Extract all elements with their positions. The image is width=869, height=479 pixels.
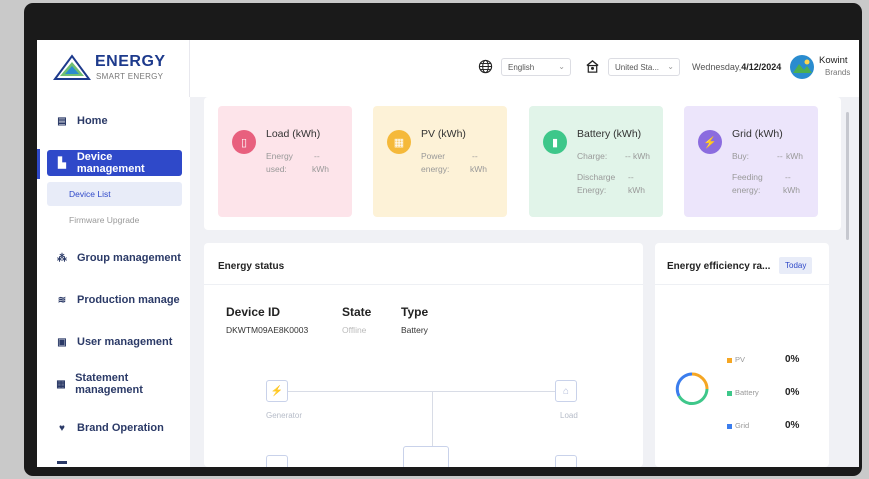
legend-grid-swatch xyxy=(727,424,732,429)
stat-title: Grid (kWh) xyxy=(732,128,783,140)
home-icon: ▤ xyxy=(57,115,67,127)
app-window: ENERGY SMART ENERGY English ⌄ United Sta… xyxy=(37,40,859,467)
energy-logo-icon xyxy=(53,54,91,80)
load-icon: ▯ xyxy=(232,130,256,154)
sidebar-item-statement-management[interactable]: ▦ Statement management xyxy=(47,371,182,397)
grid-tower-icon: ⚡ xyxy=(698,130,722,154)
sidebar-item-production-manage[interactable]: ≋ Production manage xyxy=(47,287,182,313)
solar-panel-icon: ▦ xyxy=(387,130,411,154)
user-icon: ▣ xyxy=(57,336,67,348)
load-stat-card: ▯ Load (kWh) Energy used: -- kWh xyxy=(218,106,352,217)
legend-battery-swatch xyxy=(727,391,732,396)
legend-value: 0% xyxy=(785,354,800,365)
legend-pv-swatch xyxy=(727,358,732,363)
panel-title: Energy status xyxy=(218,261,285,272)
efficiency-panel: Energy efficiency ra... Today PV 0% Batt… xyxy=(655,243,829,467)
sidebar-item-label: User management xyxy=(77,336,173,348)
legend-label: PV xyxy=(735,355,746,364)
sidebar-item-group-management[interactable]: ⁂ Group management xyxy=(47,245,182,271)
region-value: United Sta... xyxy=(615,63,660,72)
sidebar-item-more[interactable]: ▬ xyxy=(47,455,182,467)
region-icon[interactable] xyxy=(585,59,600,74)
period-button[interactable]: Today xyxy=(779,257,813,274)
summary-card: ▯ Load (kWh) Energy used: -- kWh ▦ PV (k… xyxy=(204,97,841,230)
legend-value: 0% xyxy=(785,387,800,398)
user-name[interactable]: Kowint xyxy=(819,55,848,66)
group-icon: ⁂ xyxy=(57,252,67,264)
sidebar-sub-device-list[interactable]: Device List xyxy=(47,182,182,206)
active-indicator xyxy=(37,149,40,179)
legend-label: Grid xyxy=(735,421,750,430)
inverter-icon[interactable] xyxy=(403,446,449,467)
top-header: ENERGY SMART ENERGY English ⌄ United Sta… xyxy=(37,40,859,97)
type-value: Battery xyxy=(401,325,428,335)
column-header-type: Type xyxy=(401,305,429,319)
device-id-value[interactable]: DKWTM09AE8K0003 xyxy=(226,325,308,335)
brand-icon: ♥ xyxy=(59,422,65,434)
device-icon: ▙ xyxy=(58,157,66,169)
sidebar-item-label: Group management xyxy=(77,252,181,264)
sidebar-item-label: Production manage xyxy=(77,294,180,306)
statement-icon: ▦ xyxy=(56,378,66,390)
stat-title: PV (kWh) xyxy=(421,128,466,140)
sidebar: ▤ Home ▙ Device management Device List F… xyxy=(37,97,190,467)
divider xyxy=(204,284,643,285)
sidebar-item-device-management[interactable]: ▙ Device management xyxy=(47,150,182,176)
pv-stat-card: ▦ PV (kWh) Power energy: -- kWh xyxy=(373,106,507,217)
solar-node-icon[interactable] xyxy=(266,455,288,467)
chevron-down-icon: ⌄ xyxy=(558,62,565,71)
legend-label: Battery xyxy=(735,388,759,397)
load-label: Load xyxy=(560,411,578,420)
battery-stat-card: ▮ Battery (kWh) Charge: -- kWh Discharge… xyxy=(529,106,663,217)
sidebar-item-label: Device management xyxy=(76,151,145,175)
sidebar-item-label: Statement management xyxy=(75,372,143,396)
production-icon: ≋ xyxy=(57,294,67,306)
region-select[interactable]: United Sta... ⌄ xyxy=(608,58,680,76)
globe-icon[interactable] xyxy=(478,59,493,74)
state-value: Offline xyxy=(342,325,367,335)
battery-node-icon[interactable] xyxy=(555,455,577,467)
sidebar-item-home[interactable]: ▤ Home xyxy=(47,108,182,134)
language-select[interactable]: English ⌄ xyxy=(501,58,571,76)
divider xyxy=(655,284,829,285)
chevron-down-icon: ⌄ xyxy=(667,62,674,71)
stat-title: Load (kWh) xyxy=(266,128,321,140)
column-header-state: State xyxy=(342,305,372,319)
scrollbar-thumb[interactable] xyxy=(846,112,849,240)
battery-icon: ▮ xyxy=(543,130,567,154)
logo-area[interactable]: ENERGY SMART ENERGY xyxy=(37,40,190,97)
date-display: Wednesday,4/12/2024 xyxy=(692,62,782,72)
sidebar-item-brand-operation[interactable]: ♥ Brand Operation xyxy=(47,415,182,441)
load-house-icon[interactable]: ⌂ xyxy=(555,380,577,402)
language-value: English xyxy=(508,63,535,72)
column-header-device-id: Device ID xyxy=(226,305,281,319)
main-content: ▯ Load (kWh) Energy used: -- kWh ▦ PV (k… xyxy=(190,97,859,467)
sidebar-item-user-management[interactable]: ▣ User management xyxy=(47,329,182,355)
panel-title: Energy efficiency ra... xyxy=(667,261,771,272)
user-role: Brands xyxy=(825,68,851,77)
stat-title: Battery (kWh) xyxy=(577,128,642,140)
legend-value: 0% xyxy=(785,420,800,431)
brand-tagline: SMART ENERGY xyxy=(96,72,164,81)
generator-icon[interactable]: ⚡ xyxy=(266,380,288,402)
flow-line xyxy=(432,391,433,451)
avatar[interactable] xyxy=(790,55,814,79)
efficiency-donut xyxy=(675,372,709,406)
energy-status-panel: Energy status Device ID State Type DKWTM… xyxy=(204,243,643,467)
more-icon: ▬ xyxy=(57,455,67,467)
generator-label: Generator xyxy=(266,411,303,420)
sidebar-item-label: Brand Operation xyxy=(77,422,164,434)
flow-line xyxy=(288,391,555,392)
sidebar-sub-firmware-upgrade[interactable]: Firmware Upgrade xyxy=(47,208,182,232)
grid-stat-card: ⚡ Grid (kWh) Buy: -- kWh Feeding energy:… xyxy=(684,106,818,217)
brand-name: ENERGY xyxy=(95,53,166,70)
sidebar-item-label: Home xyxy=(77,115,108,127)
